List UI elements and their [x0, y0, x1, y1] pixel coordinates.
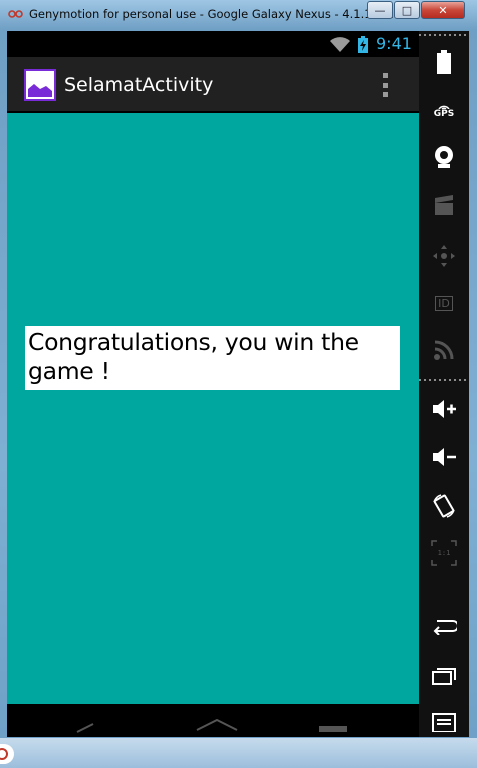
message-box: Congratulations, you win the game !: [25, 326, 400, 390]
recent-apps-icon[interactable]: [424, 661, 464, 691]
window-titlebar[interactable]: Genymotion for personal use - Google Gal…: [0, 0, 477, 30]
menu-icon[interactable]: [424, 707, 464, 737]
image-icon[interactable]: [24, 69, 56, 101]
id-icon[interactable]: ID: [424, 288, 464, 318]
volume-up-icon[interactable]: [424, 394, 464, 424]
back-icon[interactable]: [424, 611, 464, 641]
toolbar-divider: [419, 379, 469, 381]
scale-icon[interactable]: 1:1: [424, 538, 464, 568]
status-time: 9:41: [376, 34, 412, 53]
close-button[interactable]: ✕: [421, 1, 465, 19]
wifi-icon: [329, 37, 351, 57]
genymotion-logo-icon: [8, 9, 24, 19]
rss-icon[interactable]: [424, 335, 464, 365]
status-bar: 9:41: [7, 31, 419, 57]
congratulations-message: Congratulations, you win the game !: [28, 328, 359, 385]
webcam-icon[interactable]: [424, 142, 464, 172]
android-screen: 9:41 SelamatActivity Congratulations, yo…: [7, 31, 419, 737]
toolbar-divider: [419, 34, 469, 36]
activity-title: SelamatActivity: [64, 74, 214, 96]
dpad-icon[interactable]: [424, 241, 464, 271]
activity-content: Congratulations, you win the game !: [7, 113, 419, 704]
maximize-button[interactable]: □: [394, 1, 420, 19]
action-bar: SelamatActivity: [7, 57, 419, 111]
volume-down-icon[interactable]: [424, 442, 464, 472]
genymotion-side-toolbar: GPS ID 1:1: [419, 31, 469, 737]
battery-status-icon: [358, 36, 368, 53]
battery-icon[interactable]: [424, 47, 464, 77]
minimize-button[interactable]: —: [367, 1, 393, 19]
navigation-bar: [7, 704, 419, 737]
window-title: Genymotion for personal use - Google Gal…: [29, 7, 394, 21]
taskbar-app-button[interactable]: [0, 744, 14, 764]
windows-taskbar: [0, 738, 477, 768]
window-controls: — □ ✕: [366, 1, 465, 20]
clapperboard-icon[interactable]: [424, 191, 464, 221]
rotate-icon[interactable]: [424, 491, 464, 521]
gps-icon[interactable]: GPS: [424, 96, 464, 126]
overflow-menu-icon[interactable]: [383, 73, 389, 97]
